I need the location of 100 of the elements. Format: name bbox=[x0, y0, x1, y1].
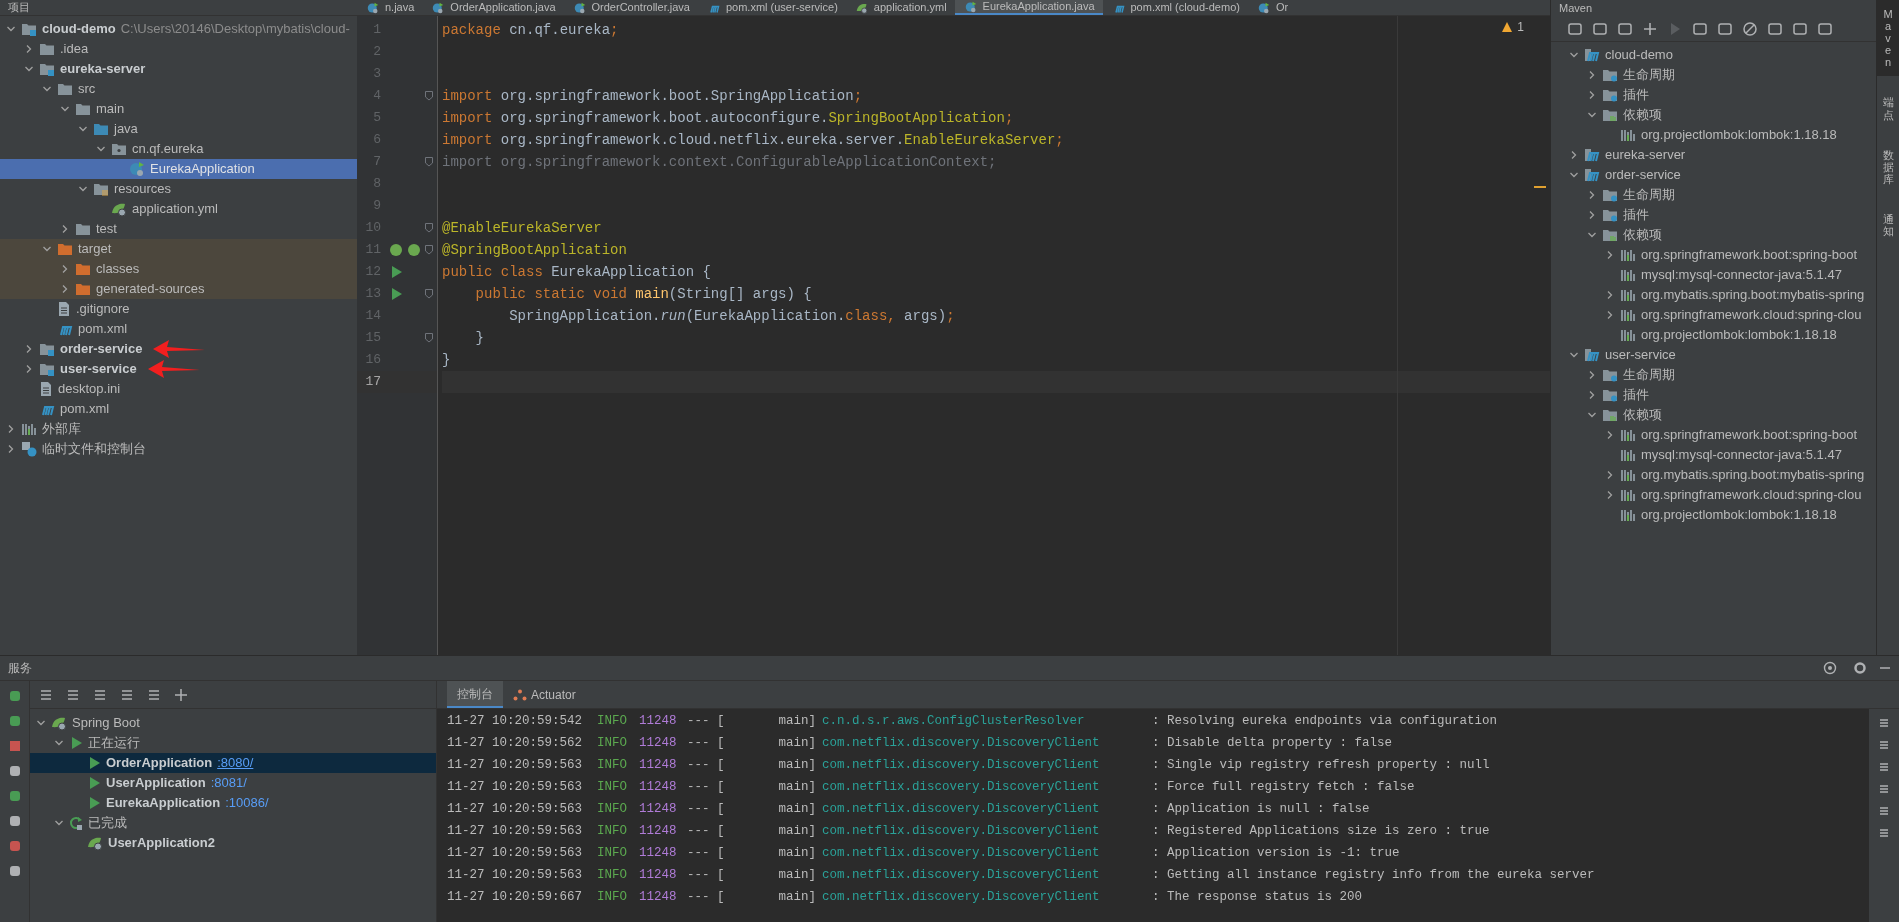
tree-row[interactable]: org.projectlombok:lombok:1.18.18 bbox=[1551, 505, 1876, 525]
tree-row[interactable]: order-service bbox=[0, 339, 357, 359]
tree-row[interactable]: 依赖项 bbox=[1551, 105, 1876, 125]
fold-marker-icon[interactable] bbox=[425, 91, 433, 101]
tool-window-tab[interactable]: 通知 bbox=[1877, 204, 1899, 246]
port-link[interactable]: :8080/ bbox=[217, 753, 254, 773]
tree-row[interactable]: user-service bbox=[1551, 345, 1876, 365]
chevron-down-icon[interactable] bbox=[1587, 410, 1597, 420]
chevron-down-icon[interactable] bbox=[1569, 350, 1579, 360]
tree-row[interactable]: 插件 bbox=[1551, 85, 1876, 105]
tree-row[interactable]: java bbox=[0, 119, 357, 139]
tree-row[interactable]: classes bbox=[0, 259, 357, 279]
tree-row[interactable]: application.yml bbox=[0, 199, 357, 219]
tree-row[interactable]: generated-sources bbox=[0, 279, 357, 299]
bean-icon[interactable] bbox=[407, 243, 421, 257]
tool-window-tab[interactable]: 端点 bbox=[1877, 88, 1899, 129]
chevron-right-icon[interactable] bbox=[60, 224, 70, 234]
tree-row[interactable]: 插件 bbox=[1551, 205, 1876, 225]
chevron-down-icon[interactable] bbox=[78, 184, 88, 194]
editor-tab[interactable]: n.java bbox=[357, 0, 423, 15]
chevron-down-icon[interactable] bbox=[1569, 50, 1579, 60]
tree-row[interactable]: 临时文件和控制台 bbox=[0, 439, 357, 459]
tree-row[interactable]: pom.xml bbox=[0, 319, 357, 339]
tree-row[interactable]: org.projectlombok:lombok:1.18.18 bbox=[1551, 125, 1876, 145]
bean-icon[interactable] bbox=[389, 243, 403, 257]
settings-icon[interactable] bbox=[1853, 661, 1867, 675]
tree-row[interactable]: org.mybatis.spring.boot:mybatis-spring bbox=[1551, 285, 1876, 305]
run-icon[interactable] bbox=[389, 287, 403, 301]
tree-row[interactable]: .gitignore bbox=[0, 299, 357, 319]
tree-row[interactable]: src bbox=[0, 79, 357, 99]
editor-tab[interactable]: pom.xml (cloud-demo) bbox=[1102, 0, 1248, 15]
tree-row[interactable]: eureka-server bbox=[0, 59, 357, 79]
tree-row[interactable]: 生命周期 bbox=[1551, 65, 1876, 85]
plus-icon[interactable] bbox=[1642, 20, 1658, 37]
service-row[interactable]: UserApplication :8081/ bbox=[30, 773, 436, 793]
warning-icon[interactable] bbox=[1501, 21, 1514, 33]
tree-row[interactable]: mysql:mysql-connector-java:5.1.47 bbox=[1551, 265, 1876, 285]
tree-row[interactable]: eureka-server bbox=[1551, 145, 1876, 165]
service-row[interactable]: UserApplication2 bbox=[30, 833, 436, 853]
tree-row[interactable]: 依赖项 bbox=[1551, 225, 1876, 245]
service-row[interactable]: 已完成 bbox=[30, 813, 436, 833]
editor-tab[interactable]: pom.xml (user-service) bbox=[697, 0, 846, 15]
chevron-right-icon[interactable] bbox=[1569, 150, 1579, 160]
service-row[interactable]: Spring Boot bbox=[30, 713, 436, 733]
port-link[interactable]: :8081/ bbox=[210, 773, 247, 793]
fold-marker-icon[interactable] bbox=[425, 223, 433, 233]
tree-row[interactable]: EurekaApplication bbox=[0, 159, 357, 179]
tree-row[interactable]: 依赖项 bbox=[1551, 405, 1876, 425]
tree-row[interactable]: desktop.ini bbox=[0, 379, 357, 399]
tree-row[interactable]: order-service bbox=[1551, 165, 1876, 185]
tool-window-tab[interactable]: Maven bbox=[1877, 0, 1899, 77]
tree-row[interactable]: main bbox=[0, 99, 357, 119]
tree-row[interactable]: 生命周期 bbox=[1551, 365, 1876, 385]
tree-row[interactable]: pom.xml bbox=[0, 399, 357, 419]
tree-row[interactable]: cn.qf.eureka bbox=[0, 139, 357, 159]
editor-tab[interactable]: application.yml bbox=[845, 0, 955, 15]
chevron-right-icon[interactable] bbox=[1605, 430, 1615, 440]
fold-marker-icon[interactable] bbox=[425, 289, 433, 299]
tool-window-tab[interactable]: 数据库 bbox=[1877, 140, 1899, 193]
tree-row[interactable]: 生命周期 bbox=[1551, 185, 1876, 205]
chevron-down-icon[interactable] bbox=[1587, 110, 1597, 120]
tree-row[interactable]: 外部库 bbox=[0, 419, 357, 439]
tree-row[interactable]: .idea bbox=[0, 39, 357, 59]
tree-row[interactable]: org.projectlombok:lombok:1.18.18 bbox=[1551, 325, 1876, 345]
chevron-down-icon[interactable] bbox=[54, 818, 64, 828]
service-row[interactable]: EurekaApplication :10086/ bbox=[30, 793, 436, 813]
chevron-right-icon[interactable] bbox=[24, 44, 34, 54]
chevron-down-icon[interactable] bbox=[42, 244, 52, 254]
console-tab[interactable]: 控制台 bbox=[447, 681, 503, 708]
tree-row[interactable]: cloud-demo bbox=[1551, 45, 1876, 65]
tree-row[interactable]: org.springframework.cloud:spring-clou bbox=[1551, 305, 1876, 325]
tree-row[interactable]: mysql:mysql-connector-java:5.1.47 bbox=[1551, 445, 1876, 465]
fold-marker-icon[interactable] bbox=[425, 157, 433, 167]
tree-row[interactable]: org.springframework.boot:spring-boot bbox=[1551, 245, 1876, 265]
fold-marker-icon[interactable] bbox=[425, 333, 433, 343]
chevron-down-icon[interactable] bbox=[1587, 230, 1597, 240]
console-tab[interactable]: Actuator bbox=[503, 681, 586, 708]
editor-tab[interactable]: EurekaApplication.java bbox=[954, 0, 1103, 15]
editor-tab[interactable]: Or bbox=[1247, 0, 1297, 15]
service-row[interactable]: 正在运行 bbox=[30, 733, 436, 753]
run-icon[interactable] bbox=[389, 265, 403, 279]
editor-tab[interactable]: OrderController.java bbox=[563, 0, 698, 15]
tree-row[interactable]: resources bbox=[0, 179, 357, 199]
tree-row[interactable]: target bbox=[0, 239, 357, 259]
chevron-down-icon[interactable] bbox=[6, 24, 16, 34]
chevron-down-icon[interactable] bbox=[1569, 170, 1579, 180]
editor-tab[interactable]: OrderApplication.java bbox=[422, 0, 564, 15]
tree-row[interactable]: user-service bbox=[0, 359, 357, 379]
service-row[interactable]: OrderApplication :8080/ bbox=[30, 753, 436, 773]
stop-icon[interactable] bbox=[7, 739, 22, 753]
skip-icon[interactable] bbox=[1742, 20, 1758, 37]
tree-row[interactable]: cloud-demo C:\Users\20146\Desktop\mybatis\cloud- bbox=[0, 19, 357, 39]
tree-row[interactable]: org.springframework.cloud:spring-clou bbox=[1551, 485, 1876, 505]
fold-marker-icon[interactable] bbox=[425, 245, 433, 255]
target-icon[interactable] bbox=[1823, 661, 1837, 675]
tree-row[interactable]: org.springframework.boot:spring-boot bbox=[1551, 425, 1876, 445]
port-link[interactable]: :10086/ bbox=[225, 793, 269, 813]
tree-row[interactable]: 插件 bbox=[1551, 385, 1876, 405]
chevron-right-icon[interactable] bbox=[1605, 250, 1615, 260]
plus-icon[interactable] bbox=[174, 687, 188, 702]
